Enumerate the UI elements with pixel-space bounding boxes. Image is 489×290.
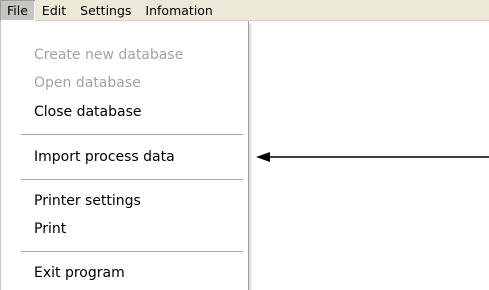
menu-item-close-database[interactable]: Close database [34, 102, 142, 122]
menu-item-create-new-database: Create new database [34, 47, 184, 63]
menu-item-printer-settings[interactable]: Printer settings [34, 191, 141, 211]
menu-bar: File Edit Settings Infomation [0, 0, 489, 21]
file-dropdown-menu: Create new database Open database Close … [0, 21, 249, 290]
menu-item-exit-program[interactable]: Exit program [34, 263, 125, 283]
menu-item-print[interactable]: Print [34, 219, 66, 239]
menu-file[interactable]: File [0, 0, 35, 21]
left-arrow-icon [256, 152, 489, 162]
application-window: File Edit Settings Infomation Create new… [0, 0, 489, 290]
menu-edit[interactable]: Edit [35, 0, 73, 21]
menu-separator [21, 179, 243, 181]
menu-information[interactable]: Infomation [138, 0, 219, 21]
menu-item-import-process-data[interactable]: Import process data [34, 147, 175, 167]
menu-separator [21, 134, 243, 136]
menu-item-open-database: Open database [34, 75, 141, 91]
menu-separator [21, 251, 243, 253]
menu-settings[interactable]: Settings [73, 0, 138, 21]
